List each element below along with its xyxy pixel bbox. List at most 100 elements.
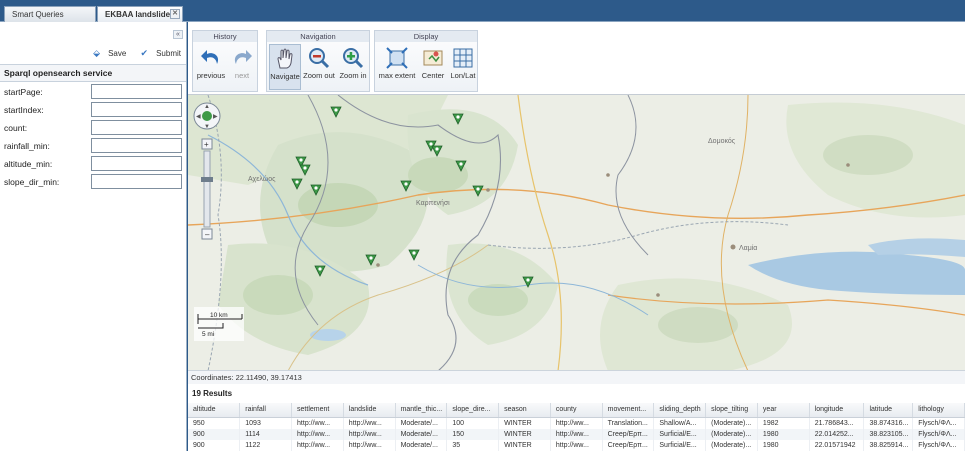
- table-cell: 22.014252...: [809, 428, 865, 440]
- previous-button[interactable]: previous: [195, 44, 227, 90]
- column-header[interactable]: year: [757, 403, 810, 418]
- history-title: History: [193, 31, 257, 42]
- scale-mi: 5 mi: [202, 331, 214, 338]
- map-canvas[interactable]: Αχελώος Λαμία Καρπενήσι Δομοκός ▲ ▼ ◀ ▶ …: [188, 95, 965, 370]
- tab-label: EKBAA landslides: [105, 10, 175, 19]
- history-group: History previous next: [192, 30, 258, 92]
- column-header[interactable]: latitude: [863, 403, 914, 418]
- next-label: next: [234, 71, 250, 80]
- field-label: rainfall_min:: [4, 141, 50, 151]
- altitude-min-input[interactable]: [91, 156, 182, 171]
- table-cell: 900: [188, 428, 241, 440]
- column-header[interactable]: altitude: [188, 403, 241, 418]
- pan-right-icon[interactable]: ▶: [213, 114, 218, 120]
- zoom-out-label: Zoom out: [303, 71, 335, 80]
- coordinates-readout: Coordinates: 22.11490, 39.17413: [188, 370, 965, 384]
- zoom-track[interactable]: [203, 150, 211, 228]
- tab-ekbaa-landslides[interactable]: EKBAA landslides ✕: [97, 6, 183, 22]
- column-header[interactable]: lithology: [912, 403, 965, 418]
- zoom-handle[interactable]: [201, 177, 213, 182]
- submit-button[interactable]: ✔ Submit: [135, 48, 181, 58]
- pan-left-icon[interactable]: ◀: [196, 114, 201, 120]
- column-header[interactable]: settlement: [291, 403, 344, 418]
- table-cell: 950: [188, 417, 241, 429]
- table-cell: Creep/Ερπ...: [602, 440, 655, 451]
- table-cell: 1122: [239, 440, 293, 451]
- place-label: Λαμία: [739, 244, 757, 252]
- table-cell: http://ww...: [550, 428, 603, 440]
- table-cell: http://ww...: [291, 417, 344, 429]
- lonlat-button[interactable]: Lon/Lat: [449, 44, 477, 90]
- save-button[interactable]: ⬙ Save: [87, 48, 126, 58]
- pan-up-icon[interactable]: ▲: [204, 104, 210, 110]
- count-input[interactable]: [91, 120, 182, 135]
- save-icon: ⬙: [93, 48, 101, 58]
- table-cell: 22.01571942: [809, 440, 865, 451]
- table-row[interactable]: 900 1114 http://ww... http://ww... Moderate/…: [188, 428, 965, 440]
- table-cell: Surficial/E...: [653, 440, 707, 451]
- submit-label: Submit: [156, 49, 181, 58]
- max-extent-label: max extent: [378, 71, 416, 80]
- column-header[interactable]: landslide: [343, 403, 396, 418]
- lonlat-label: Lon/Lat: [450, 71, 476, 80]
- field-label: count:: [4, 123, 28, 133]
- zoom-in-button[interactable]: Zoom in: [337, 44, 369, 90]
- pan-control[interactable]: ▲ ▼ ◀ ▶: [193, 102, 221, 130]
- startpage-input[interactable]: [91, 84, 182, 99]
- max-extent-icon: [386, 47, 408, 69]
- undo-icon: [201, 50, 219, 64]
- column-header[interactable]: slope_tilting: [705, 403, 758, 418]
- field-startpage: startPage:: [4, 84, 184, 101]
- svg-text:–: –: [205, 230, 210, 239]
- main-panel: History previous next Navigation Navigat…: [188, 22, 965, 451]
- table-cell: http://ww...: [343, 428, 396, 440]
- navigate-button[interactable]: Navigate: [269, 44, 301, 90]
- column-header[interactable]: rainfall: [239, 403, 293, 418]
- table-cell: Translation...: [602, 417, 655, 429]
- table-cell: Moderate/...: [395, 417, 448, 429]
- column-header[interactable]: sliding_depth: [653, 403, 707, 418]
- rainfall-min-input[interactable]: [91, 138, 182, 153]
- center-button[interactable]: Center: [419, 44, 447, 90]
- table-row[interactable]: 900 1122 http://ww... http://ww... Moderate/…: [188, 440, 965, 451]
- display-group: Display max extent Center Lon/Lat: [374, 30, 478, 92]
- column-header[interactable]: longitude: [809, 403, 865, 418]
- field-slope-dir-min: slope_dir_min:: [4, 174, 184, 191]
- table-cell: Flysch/ΦΛ...: [912, 428, 965, 440]
- results-panel: 19 Results altitude rainfall settlement lan…: [188, 384, 965, 451]
- zoom-out-button[interactable]: Zoom out: [303, 44, 335, 90]
- tab-bar: Smart Queries EKBAA landslides ✕: [0, 0, 965, 22]
- service-title: Sparql opensearch service: [0, 64, 186, 82]
- tab-smart-queries[interactable]: Smart Queries: [4, 6, 96, 22]
- pan-down-icon[interactable]: ▼: [204, 124, 210, 130]
- place-label: Καρπενήσι: [416, 200, 450, 207]
- field-rainfall-min: rainfall_min:: [4, 138, 184, 155]
- table-cell: 38.874316...: [863, 417, 914, 429]
- slope-dir-min-input[interactable]: [91, 174, 182, 189]
- table-cell: Flysch/ΦΛ...: [912, 417, 965, 429]
- column-header[interactable]: season: [498, 403, 551, 418]
- table-cell: 900: [188, 440, 241, 451]
- collapse-panel-icon[interactable]: «: [173, 30, 183, 39]
- field-label: startIndex:: [4, 105, 44, 115]
- table-cell: Flysch/ΦΛ...: [912, 440, 965, 451]
- max-extent-button[interactable]: max extent: [377, 44, 417, 90]
- redo-icon: [234, 50, 252, 64]
- table-cell: (Moderate)...: [705, 428, 758, 440]
- map-view[interactable]: Αχελώος Λαμία Καρπενήσι Δομοκός ▲ ▼ ◀ ▶ …: [188, 94, 965, 370]
- column-header[interactable]: county: [550, 403, 603, 418]
- close-icon[interactable]: ✕: [170, 9, 180, 19]
- table-cell: Moderate/...: [395, 428, 448, 440]
- table-cell: http://ww...: [291, 440, 344, 451]
- table-cell: 1980: [757, 428, 810, 440]
- startindex-input[interactable]: [91, 102, 182, 117]
- table-cell: 38.823105...: [863, 428, 914, 440]
- table-row[interactable]: 950 1093 http://ww... http://ww... Moderate/…: [188, 417, 965, 429]
- column-header[interactable]: movement...: [602, 403, 655, 418]
- navigation-title: Navigation: [267, 31, 369, 42]
- next-button[interactable]: next: [227, 44, 257, 90]
- column-header[interactable]: mantle_thic...: [395, 403, 448, 418]
- table-cell: http://ww...: [550, 440, 603, 451]
- field-label: startPage:: [4, 87, 43, 97]
- column-header[interactable]: slope_dire...: [446, 403, 500, 418]
